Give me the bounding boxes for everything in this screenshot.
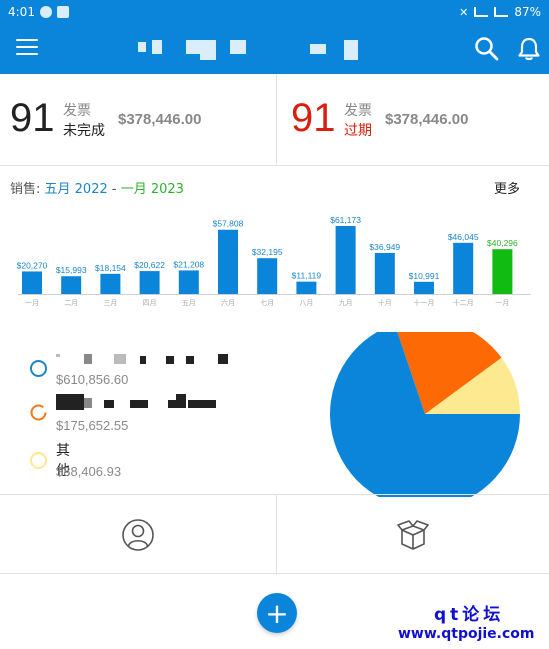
add-button[interactable]: + xyxy=(257,593,297,633)
chart-bar[interactable] xyxy=(453,242,474,294)
chart-tick-label: 九月 xyxy=(339,298,353,307)
chart-data-label: $20,270 xyxy=(17,260,48,270)
chart-tick-label: 六月 xyxy=(221,298,235,307)
invoice-summary: 91 发票 未完成 $378,446.00 91 发票 过期 $378,446.… xyxy=(0,74,549,166)
sales-range-start: 五月 2022 xyxy=(44,182,108,197)
sales-pie-chart xyxy=(330,332,520,497)
chart-bar[interactable] xyxy=(414,281,434,294)
chart-bar[interactable] xyxy=(492,249,513,294)
overdue-label-bottom: 过期 xyxy=(344,123,372,139)
chart-bar[interactable] xyxy=(296,281,317,294)
chart-bar[interactable] xyxy=(218,229,238,294)
battery-level: 87% xyxy=(514,5,541,19)
legend-value: $610,856.60 xyxy=(56,372,129,387)
gallery-icon xyxy=(56,6,69,18)
chart-tick-label: 十二月 xyxy=(453,298,474,307)
chart-bar[interactable] xyxy=(139,271,160,294)
shortcut-tiles xyxy=(0,494,549,575)
chart-data-label: $18,154 xyxy=(95,263,126,273)
incomplete-label-bottom: 未完成 xyxy=(63,123,105,139)
chart-tick-label: 二月 xyxy=(64,299,78,307)
legend-value: $175,652.55 xyxy=(56,418,129,433)
chart-data-label: $10,991 xyxy=(409,271,440,281)
chart-tick-label: 五月 xyxy=(182,299,196,307)
search-icon[interactable] xyxy=(474,36,500,62)
overdue-amount: $378,446.00 xyxy=(385,111,469,128)
incomplete-invoices-card[interactable]: 91 发票 未完成 $378,446.00 xyxy=(0,74,276,166)
sales-range-end: 一月 2023 xyxy=(120,182,184,197)
sales-range: 销售: 五月 2022 - 一月 2023 xyxy=(10,178,184,197)
incomplete-amount: $378,446.00 xyxy=(118,111,202,128)
company-title-redacted xyxy=(138,40,368,60)
incomplete-count: 91 xyxy=(10,96,55,140)
chart-bar[interactable] xyxy=(257,258,278,294)
chart-bar[interactable] xyxy=(178,270,199,294)
bell-icon[interactable] xyxy=(516,36,542,62)
mute-icon: ✕ xyxy=(459,5,469,19)
chart-data-label: $61,173 xyxy=(330,215,361,225)
overdue-invoices-card[interactable]: 91 发票 过期 $378,446.00 xyxy=(276,74,549,166)
legend-ring-icon xyxy=(30,404,47,421)
chart-bar[interactable] xyxy=(22,271,42,294)
chart-tick-label: 十一月 xyxy=(414,298,435,307)
legend-title-redacted xyxy=(56,354,256,370)
incomplete-label-top: 发票 xyxy=(63,103,91,119)
chart-data-label: $15,993 xyxy=(56,265,87,275)
chart-bar[interactable] xyxy=(335,226,356,294)
chart-tick-label: 一月 xyxy=(25,299,39,307)
status-bar: 4:01 ✕ 87% xyxy=(0,0,549,24)
chart-tick-label: 十月 xyxy=(378,298,392,307)
legend-value: $88,406.93 xyxy=(56,464,122,479)
overdue-count: 91 xyxy=(291,96,336,140)
box-icon xyxy=(397,520,429,550)
signal-icon xyxy=(474,7,489,17)
watermark-url: www.qtpojie.com xyxy=(398,626,535,642)
watermark-title: qt论坛 xyxy=(434,605,505,625)
menu-icon[interactable] xyxy=(16,39,38,57)
sales-range-separator: - xyxy=(107,182,121,197)
sales-bar-chart: $20,270 一月 $15,993 二月 $18,154 三月 $20,622 四月 $21,… xyxy=(17,215,531,307)
legend-ring-icon xyxy=(30,360,47,377)
chart-data-label: $21,208 xyxy=(173,259,204,269)
chart-data-label: $36,949 xyxy=(369,242,400,252)
overdue-label-top: 发票 xyxy=(344,103,372,119)
notification-icon xyxy=(39,6,52,18)
app-bar xyxy=(0,24,549,74)
chart-tick-label: 一月 xyxy=(495,299,509,307)
wifi-icon xyxy=(494,7,509,17)
chart-tick-label: 四月 xyxy=(143,299,157,307)
legend-title-redacted xyxy=(56,394,256,410)
clock: 4:01 xyxy=(8,5,35,19)
chart-bar[interactable] xyxy=(61,276,82,294)
legend-ring-icon xyxy=(30,452,47,469)
chart-data-label: $32,195 xyxy=(252,247,283,257)
sales-prefix: 销售: xyxy=(10,182,45,197)
contacts-tile[interactable] xyxy=(0,495,276,575)
chart-tick-label: 八月 xyxy=(299,299,313,307)
chart-data-label: $20,622 xyxy=(134,260,165,270)
chart-data-label: $40,296 xyxy=(487,238,518,248)
person-circle-icon xyxy=(122,519,154,551)
items-tile[interactable] xyxy=(276,495,549,575)
chart-bar[interactable] xyxy=(100,273,121,294)
chart-tick-label: 三月 xyxy=(103,299,117,307)
chart-data-label: $46,045 xyxy=(448,232,479,242)
chart-data-label: $57,808 xyxy=(213,219,244,229)
chart-tick-label: 七月 xyxy=(260,298,274,307)
chart-data-label: $11,119 xyxy=(292,271,322,281)
chart-bar[interactable] xyxy=(374,252,395,294)
more-button[interactable]: 更多 xyxy=(494,178,520,197)
